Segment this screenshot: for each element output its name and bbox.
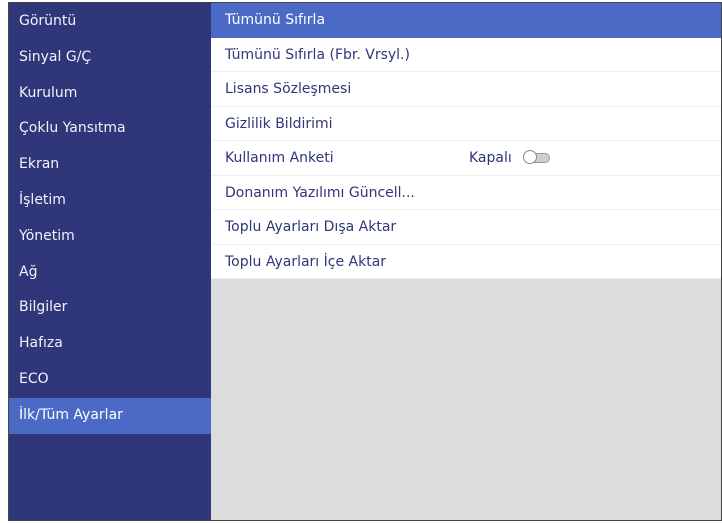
menu-item-reset-all-factory[interactable]: Tümünü Sıfırla (Fbr. Vrsyl.)	[211, 38, 721, 72]
sidebar-item-ilk-tum-ayarlar[interactable]: İlk/Tüm Ayarlar	[9, 397, 211, 434]
toggle-knob-icon	[522, 149, 537, 164]
sidebar: Görüntü Sinyal G/Ç Kurulum Çoklu Yansıtm…	[9, 3, 211, 520]
sidebar-item-ekran[interactable]: Ekran	[9, 147, 211, 183]
menu-item-label: Gizlilik Bildirimi	[225, 115, 333, 132]
usage-survey-value: Kapalı	[469, 141, 550, 175]
menu-item-reset-all[interactable]: Tümünü Sıfırla	[211, 3, 721, 38]
sidebar-item-eco[interactable]: ECO	[9, 362, 211, 398]
sidebar-item-ag[interactable]: Ağ	[9, 255, 211, 291]
sidebar-item-yonetim[interactable]: Yönetim	[9, 219, 211, 255]
sidebar-item-kurulum[interactable]: Kurulum	[9, 76, 211, 112]
sidebar-item-bilgiler[interactable]: Bilgiler	[9, 290, 211, 326]
settings-window: Görüntü Sinyal G/Ç Kurulum Çoklu Yansıtm…	[8, 2, 722, 521]
menu-item-firmware-update[interactable]: Donanım Yazılımı Güncell...	[211, 176, 721, 210]
menu-item-privacy-notice[interactable]: Gizlilik Bildirimi	[211, 107, 721, 141]
content-panel: Tümünü Sıfırla Tümünü Sıfırla (Fbr. Vrsy…	[211, 3, 721, 520]
menu-item-label: Toplu Ayarları İçe Aktar	[225, 253, 387, 270]
menu-item-label: Lisans Sözleşmesi	[225, 81, 352, 97]
menu-item-label: Toplu Ayarları Dışa Aktar	[225, 219, 397, 235]
menu-item-usage-survey[interactable]: Kullanım Anketi Kapalı	[211, 141, 721, 176]
menu-item-label: Kullanım Anketi	[225, 150, 334, 166]
sidebar-item-goruntu[interactable]: Görüntü	[9, 4, 211, 40]
menu-item-label: Donanım Yazılımı Güncell...	[225, 184, 415, 201]
sidebar-item-coklu-yansitma[interactable]: Çoklu Yansıtma	[9, 111, 211, 147]
menu-item-batch-export[interactable]: Toplu Ayarları Dışa Aktar	[211, 210, 721, 245]
sidebar-item-hafiza[interactable]: Hafıza	[9, 326, 211, 362]
menu-list: Tümünü Sıfırla Tümünü Sıfırla (Fbr. Vrsy…	[211, 3, 721, 279]
usage-survey-toggle[interactable]	[522, 149, 550, 164]
sidebar-item-sinyal[interactable]: Sinyal G/Ç	[9, 40, 211, 76]
menu-item-label: Tümünü Sıfırla (Fbr. Vrsyl.)	[225, 46, 410, 63]
menu-item-license-agreement[interactable]: Lisans Sözleşmesi	[211, 72, 721, 107]
menu-item-label: Tümünü Sıfırla	[225, 12, 326, 28]
sidebar-item-isletim[interactable]: İşletim	[9, 183, 211, 219]
menu-item-batch-import[interactable]: Toplu Ayarları İçe Aktar	[211, 245, 721, 279]
usage-survey-status: Kapalı	[469, 149, 512, 166]
